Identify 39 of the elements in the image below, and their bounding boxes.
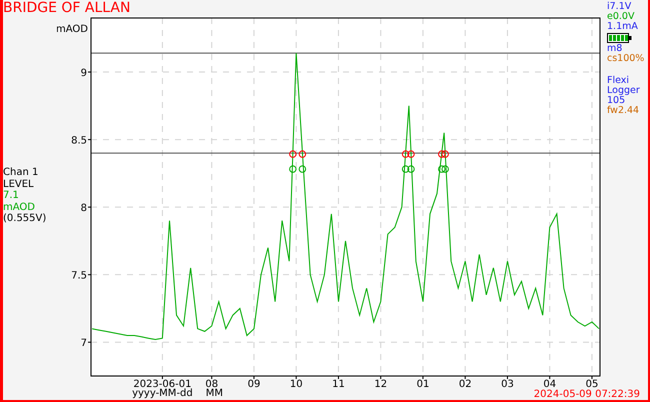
x-tick-label: 10: [290, 379, 303, 390]
status-reading: 1.1mA: [607, 22, 639, 32]
threshold-marker: [298, 150, 306, 158]
station-title: BRIDGE OF ALLAN: [3, 0, 132, 16]
timestamp: 2024-05-09 07:22:39: [534, 389, 640, 400]
x-tick-label: 11: [332, 379, 345, 390]
channel-info: mAOD: [3, 202, 36, 213]
threshold-marker: [289, 150, 297, 158]
y-tick-label: 7.5: [71, 270, 87, 282]
x-axis-label: MM: [206, 388, 223, 399]
y-axis-label: mAOD: [57, 24, 88, 35]
channel-info: (0.555V): [3, 213, 48, 224]
device-info: fw2.44: [607, 106, 640, 116]
x-tick-label: 04: [543, 379, 556, 390]
channel-info: 7.1: [3, 190, 20, 202]
threshold-marker: [298, 165, 306, 173]
x-tick-label: 01: [416, 379, 430, 390]
x-tick-label: 12: [374, 379, 388, 390]
x-tick-label: 02: [458, 379, 472, 390]
x-tick-label: 05: [586, 379, 598, 390]
x-tick-label: 08: [205, 379, 218, 390]
device-info: Flexi: [607, 76, 630, 86]
x-tick-label: 03: [501, 379, 514, 390]
status-reading: e0.0V: [607, 12, 636, 22]
x-axis-label: yyyy-MM-dd: [132, 388, 193, 399]
status-reading: cs100%: [607, 54, 646, 64]
status-reading: m8: [607, 44, 624, 54]
battery-icon: [607, 33, 632, 43]
status-reading: i7.1V: [607, 2, 632, 12]
channel-info: LEVEL: [3, 178, 35, 190]
x-tick-label: 09: [248, 379, 260, 390]
device-info: Logger: [607, 86, 641, 96]
threshold-marker: [289, 165, 297, 173]
y-tick-label: 9: [80, 68, 87, 80]
y-tick-label: 7: [80, 338, 87, 350]
y-tick-label: 8: [80, 203, 87, 214]
y-tick-label: 8.5: [71, 136, 87, 147]
device-info: 105: [607, 96, 626, 106]
channel-info: Chan 1: [3, 167, 40, 178]
